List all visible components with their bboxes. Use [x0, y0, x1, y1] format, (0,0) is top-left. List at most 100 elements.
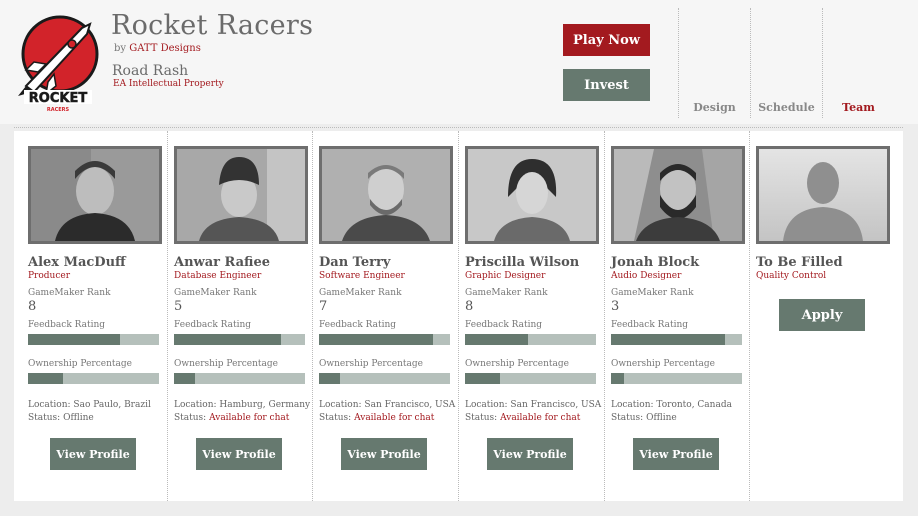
- view-profile-button[interactable]: View Profile: [487, 438, 573, 470]
- member-photo[interactable]: [611, 146, 745, 244]
- status-prefix: Status:: [611, 413, 644, 423]
- column-divider: [458, 131, 459, 501]
- open-position-role: Quality Control: [756, 271, 827, 281]
- location-prefix: Location:: [174, 400, 217, 410]
- ownership-bar: [174, 373, 305, 384]
- feedback-fill: [611, 334, 725, 345]
- rank-value: 8: [28, 299, 37, 314]
- location-value: San Francisco, USA: [364, 400, 456, 410]
- rank-label: GameMaker Rank: [28, 288, 111, 298]
- rank-label: GameMaker Rank: [174, 288, 257, 298]
- rank-label: GameMaker Rank: [465, 288, 548, 298]
- member-role: Software Engineer: [319, 271, 405, 281]
- ownership-label: Ownership Percentage: [28, 359, 132, 369]
- member-status: Status: Available for chat: [465, 413, 599, 423]
- ownership-fill: [174, 373, 195, 384]
- project-title: Road Rash: [112, 63, 189, 79]
- ownership-fill: [28, 373, 64, 384]
- ownership-fill: [465, 373, 501, 384]
- ownership-label: Ownership Percentage: [465, 359, 569, 369]
- rank-value: 7: [319, 299, 328, 314]
- location-value: Toronto, Canada: [656, 400, 732, 410]
- project-ip: EA Intellectual Property: [113, 79, 224, 89]
- member-role: Graphic Designer: [465, 271, 546, 281]
- header: ROCKET RACERS Rocket Racers by GATT Desi…: [0, 0, 918, 124]
- member-location: Location: Sao Paulo, Brazil: [28, 400, 162, 410]
- ownership-label: Ownership Percentage: [611, 359, 715, 369]
- view-profile-button[interactable]: View Profile: [341, 438, 427, 470]
- feedback-fill: [465, 334, 528, 345]
- member-location: Location: Toronto, Canada: [611, 400, 745, 410]
- view-profile-button[interactable]: View Profile: [633, 438, 719, 470]
- app-title: Rocket Racers: [111, 10, 314, 41]
- member-photo[interactable]: [28, 146, 162, 244]
- rank-value: 8: [465, 299, 474, 314]
- invest-button[interactable]: Invest: [563, 69, 650, 101]
- byline-prefix: by: [114, 43, 127, 54]
- feedback-bar: [28, 334, 159, 345]
- feedback-bar: [611, 334, 742, 345]
- status-prefix: Status:: [465, 413, 498, 423]
- status-prefix: Status:: [319, 413, 352, 423]
- byline: by GATT Designs: [114, 43, 201, 54]
- member-status: Status: Offline: [611, 413, 745, 423]
- panel-top-rule: [14, 127, 903, 128]
- apply-button[interactable]: Apply: [779, 299, 865, 331]
- member-name: Alex MacDuff: [28, 255, 126, 270]
- member-location: Location: San Francisco, USA: [465, 400, 602, 410]
- member-name: Priscilla Wilson: [465, 255, 580, 270]
- member-role: Database Engineer: [174, 271, 262, 281]
- team-member-card: Jonah Block Audio Designer GameMaker Ran…: [611, 146, 745, 470]
- team-member-card: Anwar Rafiee Database Engineer GameMaker…: [174, 146, 310, 470]
- company-link[interactable]: GATT Designs: [129, 43, 201, 54]
- tab-team[interactable]: Team: [823, 101, 894, 114]
- open-position-card: To Be Filled Quality Control: [756, 146, 890, 281]
- member-name: Anwar Rafiee: [174, 255, 271, 270]
- ownership-label: Ownership Percentage: [319, 359, 423, 369]
- view-profile-button[interactable]: View Profile: [196, 438, 282, 470]
- location-value: San Francisco, USA: [510, 400, 602, 410]
- member-status: Status: Available for chat: [319, 413, 453, 423]
- status-value: Available for chat: [209, 413, 290, 423]
- logo-subtext: RACERS: [47, 107, 70, 113]
- open-position-name: To Be Filled: [756, 255, 843, 270]
- rank-value: 5: [174, 299, 183, 314]
- member-name: Dan Terry: [319, 255, 391, 270]
- ownership-bar: [28, 373, 159, 384]
- rocket-racers-logo[interactable]: ROCKET RACERS: [16, 14, 102, 114]
- feedback-label: Feedback Rating: [174, 320, 252, 330]
- feedback-fill: [174, 334, 282, 345]
- member-role: Audio Designer: [611, 271, 682, 281]
- feedback-label: Feedback Rating: [465, 320, 543, 330]
- ownership-bar: [465, 373, 596, 384]
- rank-label: GameMaker Rank: [611, 288, 694, 298]
- team-member-card: Dan Terry Software Engineer GameMaker Ra…: [319, 146, 456, 470]
- member-photo[interactable]: [319, 146, 453, 244]
- column-divider: [604, 131, 605, 501]
- feedback-bar: [319, 334, 450, 345]
- view-profile-button[interactable]: View Profile: [50, 438, 136, 470]
- member-photo[interactable]: [465, 146, 599, 244]
- ownership-fill: [611, 373, 625, 384]
- placeholder-avatar: [756, 146, 890, 244]
- logo-text: ROCKET: [29, 91, 88, 106]
- tab-design[interactable]: Design: [679, 101, 750, 114]
- member-name: Jonah Block: [611, 255, 700, 270]
- feedback-fill: [28, 334, 120, 345]
- feedback-label: Feedback Rating: [611, 320, 689, 330]
- play-now-button[interactable]: Play Now: [563, 24, 650, 56]
- ownership-bar: [611, 373, 742, 384]
- status-value: Offline: [646, 413, 677, 423]
- feedback-bar: [174, 334, 305, 345]
- column-divider: [167, 131, 168, 501]
- tab-schedule[interactable]: Schedule: [751, 101, 822, 114]
- rank-label: GameMaker Rank: [319, 288, 402, 298]
- team-member-card: Alex MacDuff Producer GameMaker Rank 8 F…: [28, 146, 162, 470]
- location-prefix: Location:: [28, 400, 71, 410]
- ownership-bar: [319, 373, 450, 384]
- member-role: Producer: [28, 271, 71, 281]
- feedback-label: Feedback Rating: [28, 320, 106, 330]
- member-status: Status: Available for chat: [174, 413, 308, 423]
- status-prefix: Status:: [28, 413, 61, 423]
- member-photo[interactable]: [174, 146, 308, 244]
